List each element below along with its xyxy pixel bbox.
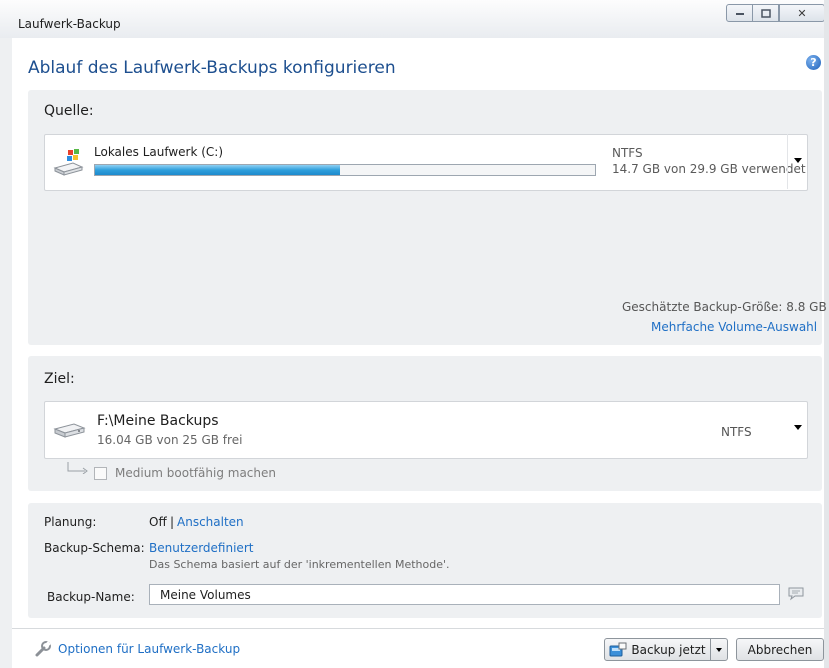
planning-state: Off [149, 515, 167, 529]
source-drive-name: Lokales Laufwerk (C:) [94, 145, 224, 159]
chevron-down-icon [716, 647, 722, 652]
planning-separator: | [170, 515, 175, 529]
planning-enable-link[interactable]: Anschalten [177, 515, 244, 529]
page-title: Ablauf des Laufwerk-Backups konfiguriere… [28, 58, 396, 78]
backup-now-label: Backup jetzt [631, 642, 706, 657]
backup-now-button[interactable]: Backup jetzt [604, 638, 711, 661]
backup-name-label: Backup-Name: [47, 590, 135, 604]
source-heading: Quelle: [44, 103, 94, 119]
window-title: Laufwerk-Backup [18, 17, 121, 31]
footer-divider [12, 628, 824, 629]
minimize-icon [735, 13, 744, 15]
close-icon: ✕ [797, 6, 807, 20]
backup-name-input[interactable] [149, 584, 780, 605]
cancel-button[interactable]: Abbrechen [736, 638, 824, 661]
scheme-label: Backup-Schema: [44, 541, 145, 555]
scheme-link[interactable]: Benutzerdefiniert [149, 541, 253, 555]
windows-drive-icon [53, 149, 84, 176]
maximize-icon [760, 8, 771, 18]
wrench-icon [35, 641, 51, 657]
scheme-description: Das Schema basiert auf der 'inkrementell… [149, 558, 450, 571]
target-heading: Ziel: [44, 371, 75, 387]
bootable-label: Medium bootfähig machen [115, 466, 276, 480]
tree-connector-icon [67, 462, 88, 474]
estimated-backup-size: Geschätzte Backup-Größe: 8.8 GB [622, 300, 827, 314]
maximize-button[interactable] [752, 4, 779, 22]
target-free-space: 16.04 GB von 25 GB frei [97, 433, 243, 447]
chevron-down-icon [794, 158, 802, 163]
backup-options-dropdown[interactable] [710, 638, 728, 661]
source-filesystem: NTFS [612, 146, 643, 160]
help-icon[interactable]: ? [806, 55, 821, 70]
minimize-button[interactable] [726, 4, 753, 22]
source-usage-text: 14.7 GB von 29.9 GB verwendet [612, 162, 806, 176]
target-filesystem: NTFS [721, 425, 752, 439]
hard-drive-icon [53, 423, 86, 438]
window-left-edge [0, 38, 12, 668]
target-drive-selector[interactable] [44, 401, 808, 459]
close-button[interactable]: ✕ [779, 4, 825, 22]
chevron-down-icon [794, 425, 802, 430]
title-bar [0, 0, 829, 39]
backup-options-link[interactable]: Optionen für Laufwerk-Backup [58, 642, 240, 656]
window-right-edge [824, 0, 829, 668]
target-path: F:\Meine Backups [97, 413, 219, 429]
bootable-checkbox[interactable] [94, 467, 107, 480]
disk-usage-bar [94, 164, 596, 176]
disk-usage-fill [95, 165, 340, 175]
planning-label: Planung: [44, 515, 97, 529]
backup-icon [609, 642, 627, 656]
cancel-label: Abbrechen [747, 642, 813, 657]
comment-icon[interactable] [787, 586, 805, 602]
multi-volume-link[interactable]: Mehrfache Volume-Auswahl [651, 320, 817, 334]
